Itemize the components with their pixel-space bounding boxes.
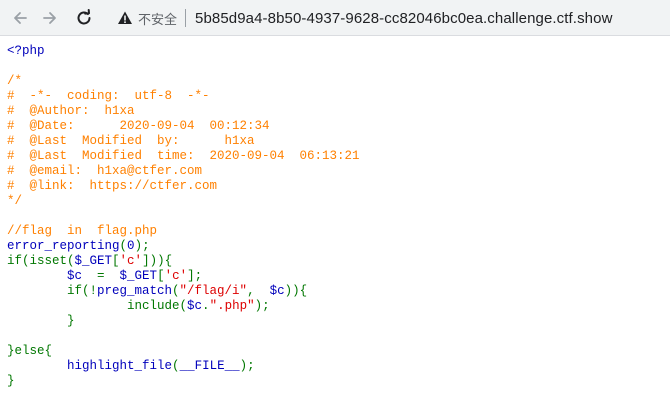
code-token: } (7, 314, 75, 328)
code-token: ); (134, 239, 150, 253)
code-line: $c = $_GET['c']; (7, 269, 670, 284)
code-token: highlight_file (67, 359, 173, 373)
code-token: if(! (7, 284, 98, 298)
code-token: $c (67, 269, 98, 283)
code-token: . (202, 299, 210, 313)
code-token: ( (119, 239, 128, 253)
code-line: include($c.".php"); (7, 299, 670, 314)
code-token: $c (269, 284, 285, 298)
code-token: } (7, 374, 15, 388)
code-line: highlight_file(__FILE__); (7, 359, 670, 374)
code-token: 'c' (119, 254, 143, 268)
back-button[interactable] (8, 6, 32, 30)
code-line: # @email: h1xa@ctfer.com (7, 164, 670, 179)
code-token: ".php" (209, 299, 255, 313)
code-line: error_reporting(0); (7, 239, 670, 254)
code-token: */ (7, 194, 23, 208)
code-token: # -*- coding: utf-8 -*- (7, 89, 210, 103)
code-token: ); (239, 359, 255, 373)
code-token: # @Date: 2020-09-04 00:12:34 (7, 119, 270, 133)
arrow-left-icon (12, 10, 28, 26)
code-line: } (7, 374, 670, 389)
code-token: $c (187, 299, 203, 313)
code-token: //flag in flag.php (7, 224, 158, 238)
address-bar[interactable]: 不安全 5b85d9a4-8b50-4937-9628-cc82046bc0ea… (108, 3, 664, 33)
code-line: } (7, 314, 670, 329)
code-token: )){ (284, 284, 308, 298)
code-token: include( (7, 299, 188, 313)
code-token: "/flag/i" (179, 284, 248, 298)
code-token: # @Last Modified time: 2020-09-04 06:13:… (7, 149, 360, 163)
code-token: __FILE__ (179, 359, 240, 373)
address-bar-divider (185, 9, 187, 27)
code-line: # @Last Modified by: h1xa (7, 134, 670, 149)
warning-icon[interactable] (116, 9, 134, 27)
code-line: # -*- coding: utf-8 -*- (7, 89, 670, 104)
arrow-right-icon (42, 10, 58, 26)
code-token: ])){ (142, 254, 173, 268)
php-source-code: <?php /* # -*- coding: utf-8 -*- # @Author… (7, 44, 670, 389)
code-token: # @link: https://ctfer.com (7, 179, 218, 193)
code-line: # @Author: h1xa (7, 104, 670, 119)
code-line: # @link: https://ctfer.com (7, 179, 670, 194)
code-line: # @Last Modified time: 2020-09-04 06:13:… (7, 149, 670, 164)
code-token: # @email: h1xa@ctfer.com (7, 164, 203, 178)
code-line: if(!preg_match("/flag/i", $c)){ (7, 284, 670, 299)
code-token: ); (254, 299, 270, 313)
code-token: }else{ (7, 344, 53, 358)
code-token: ( (172, 284, 180, 298)
code-token: # @Last Modified by: h1xa (7, 134, 255, 148)
security-status-label[interactable]: 不安全 (138, 9, 177, 28)
code-line: }else{ (7, 344, 670, 359)
url-text[interactable]: 5b85d9a4-8b50-4937-9628-cc82046bc0ea.cha… (195, 10, 612, 27)
code-token: ]; (187, 269, 203, 283)
code-token: $_GET (74, 254, 113, 268)
code-line: # @Date: 2020-09-04 00:12:34 (7, 119, 670, 134)
code-token: = (97, 269, 120, 283)
browser-toolbar: 不安全 5b85d9a4-8b50-4937-9628-cc82046bc0ea… (0, 0, 670, 36)
code-line: //flag in flag.php (7, 224, 670, 239)
page-content: <?php /* # -*- coding: utf-8 -*- # @Author… (0, 36, 670, 397)
code-token: $_GET (119, 269, 158, 283)
code-token: 0 (127, 239, 135, 253)
code-token: [ (157, 269, 165, 283)
code-line: <?php (7, 44, 670, 59)
reload-button[interactable] (72, 6, 96, 30)
code-token: if(isset( (7, 254, 75, 268)
reload-icon (75, 9, 93, 27)
code-token: preg_match (97, 284, 173, 298)
code-token: , (247, 284, 270, 298)
code-token: ( (172, 359, 180, 373)
code-line: if(isset($_GET['c'])){ (7, 254, 670, 269)
code-token: <?php (7, 44, 45, 58)
code-token: 'c' (164, 269, 188, 283)
code-token: [ (112, 254, 120, 268)
code-line: /* (7, 74, 670, 89)
code-token: error_reporting (7, 239, 120, 253)
code-token: # @Author: h1xa (7, 104, 135, 118)
forward-button[interactable] (38, 6, 62, 30)
code-token: /* (7, 74, 23, 88)
code-line: */ (7, 194, 670, 209)
